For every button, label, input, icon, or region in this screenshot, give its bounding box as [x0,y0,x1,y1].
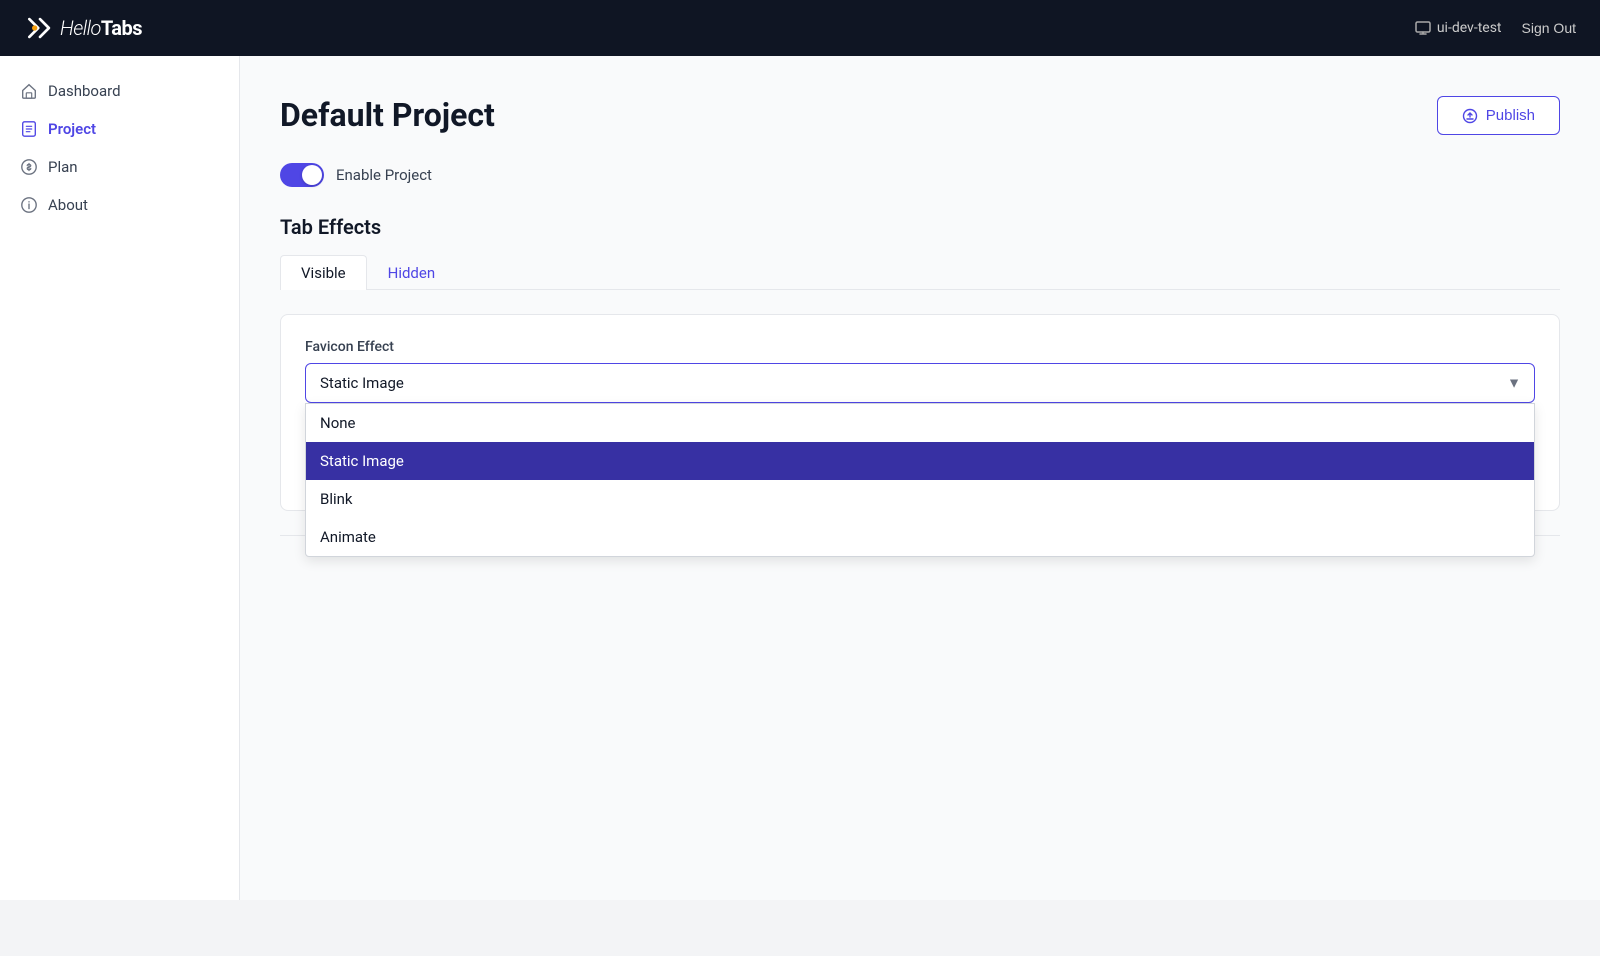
tab-hidden[interactable]: Hidden [367,255,457,290]
tab-visible-label: Visible [301,264,346,282]
enable-toggle[interactable] [280,163,324,187]
main-content: Default Project Publish Enable Project T… [240,56,1600,900]
favicon-effect-dropdown-wrapper: Static Image ▼ None Static Image Blink [305,363,1535,403]
layout: Dashboard Project Plan About [0,56,1600,900]
sidebar: Dashboard Project Plan About [0,56,240,900]
sidebar-item-dashboard[interactable]: Dashboard [0,72,239,110]
navbar: HelloTabs ui-dev-test Sign Out [0,0,1600,56]
logo: HelloTabs [24,12,142,44]
option-none[interactable]: None [306,404,1534,442]
form-section: Favicon Effect Static Image ▼ None Stati… [280,314,1560,511]
sidebar-item-plan[interactable]: Plan [0,148,239,186]
page-title: Default Project [280,96,495,134]
dollar-icon [20,158,38,176]
sidebar-item-label-project: Project [48,120,96,138]
signout-button[interactable]: Sign Out [1522,20,1576,36]
tab-visible[interactable]: Visible [280,255,367,290]
option-blink-label: Blink [320,490,353,508]
favicon-effect-selected-value: Static Image [320,374,404,392]
toggle-knob [302,165,322,185]
sidebar-item-label-dashboard: Dashboard [48,82,121,100]
sidebar-item-project[interactable]: Project [0,110,239,148]
document-icon [20,120,38,138]
sidebar-item-label-about: About [48,196,88,214]
navbar-user: ui-dev-test [1415,20,1502,36]
info-icon [20,196,38,214]
enable-toggle-label: Enable Project [336,166,432,184]
favicon-effect-options: None Static Image Blink Animate [305,403,1535,557]
tab-hidden-label: Hidden [388,264,436,282]
publish-button-label: Publish [1486,107,1535,124]
monitor-icon [1415,20,1431,36]
option-animate-label: Animate [320,528,376,546]
sidebar-item-label-plan: Plan [48,158,78,176]
tab-bar: Visible Hidden [280,255,1560,290]
option-blink[interactable]: Blink [306,480,1534,518]
publish-button[interactable]: Publish [1437,96,1560,135]
favicon-effect-select[interactable]: Static Image [305,363,1535,403]
publish-icon [1462,108,1478,124]
enable-toggle-row: Enable Project [280,163,1560,187]
option-none-label: None [320,414,356,432]
option-static-image[interactable]: Static Image [306,442,1534,480]
favicon-effect-label: Favicon Effect [305,339,1535,355]
option-static-image-label: Static Image [320,452,404,470]
logo-text: HelloTabs [60,16,142,40]
navbar-right: ui-dev-test Sign Out [1415,20,1576,36]
sidebar-item-about[interactable]: About [0,186,239,224]
page-header: Default Project Publish [280,96,1560,135]
option-animate[interactable]: Animate [306,518,1534,556]
username-label: ui-dev-test [1437,20,1502,36]
logo-icon [24,12,56,44]
home-icon [20,82,38,100]
section-title: Tab Effects [280,215,1560,239]
